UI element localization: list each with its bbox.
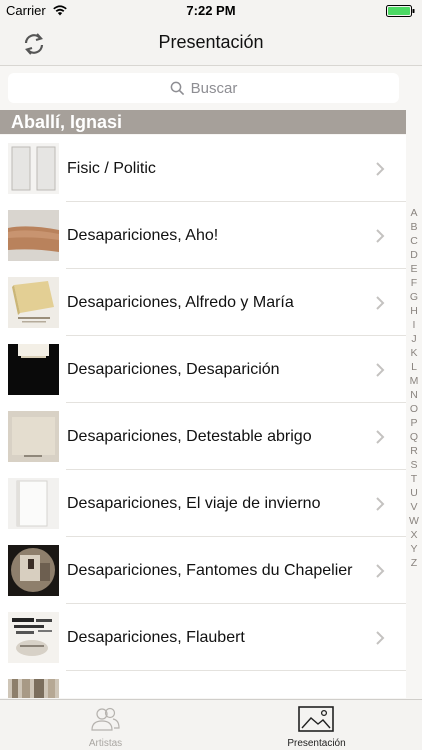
index-letter[interactable]: V bbox=[410, 500, 417, 514]
index-letter[interactable]: D bbox=[410, 248, 418, 262]
section-header: Aballí, Ignasi bbox=[0, 110, 406, 134]
chevron-right-icon bbox=[376, 363, 385, 377]
search-icon bbox=[170, 81, 184, 95]
thumbnail-image bbox=[8, 344, 59, 395]
index-letter[interactable]: I bbox=[413, 318, 416, 332]
index-letter[interactable]: W bbox=[409, 514, 419, 528]
tab-label: Presentación bbox=[287, 738, 346, 749]
chevron-right-icon bbox=[376, 631, 385, 645]
item-label: Desapariciones, Detestable abrigo bbox=[67, 428, 312, 445]
status-bar: Carrier 7:22 PM bbox=[0, 0, 422, 22]
item-label: Fisic / Politic bbox=[67, 160, 156, 177]
thumbnail-image bbox=[8, 411, 59, 462]
index-letter[interactable]: U bbox=[410, 486, 418, 500]
index-letter[interactable]: Y bbox=[410, 542, 417, 556]
navigation-bar: Presentación bbox=[0, 22, 422, 66]
list-item[interactable]: Desapariciones, Alfredo y María bbox=[0, 269, 406, 336]
list-item[interactable]: Desapariciones, Desaparición bbox=[0, 336, 406, 403]
index-letter[interactable]: Z bbox=[411, 556, 417, 570]
status-time: 7:22 PM bbox=[186, 3, 236, 18]
section-index[interactable]: ABCDEFGHIJKLMNOPQRSTUVWXYZ bbox=[406, 206, 422, 570]
list-item[interactable]: Desapariciones, Aho! bbox=[0, 202, 406, 269]
list-item[interactable]: Desapariciones, El viaje de invierno bbox=[0, 470, 406, 537]
index-letter[interactable]: J bbox=[411, 332, 416, 346]
tab-label: Artistas bbox=[88, 738, 123, 749]
index-letter[interactable]: O bbox=[410, 402, 418, 416]
item-label: Desapariciones, Flaubert bbox=[67, 629, 245, 646]
chevron-right-icon bbox=[376, 296, 385, 310]
list-item[interactable]: Fisic / Politic bbox=[0, 135, 406, 202]
index-letter[interactable]: B bbox=[410, 220, 417, 234]
thumbnail-image bbox=[8, 545, 59, 596]
search-bar: Buscar bbox=[0, 67, 422, 109]
artwork-list: Fisic / Politic Desapariciones, Aho! Des… bbox=[0, 135, 406, 698]
index-letter[interactable]: Q bbox=[410, 430, 418, 444]
index-letter[interactable]: H bbox=[410, 304, 418, 318]
list-item[interactable] bbox=[0, 671, 406, 698]
thumbnail-image bbox=[8, 210, 59, 261]
people-icon bbox=[91, 707, 120, 731]
chevron-right-icon bbox=[376, 229, 385, 243]
list-item[interactable]: Desapariciones, Fantomes du Chapelier bbox=[0, 537, 406, 604]
chevron-right-icon bbox=[376, 564, 385, 578]
chevron-right-icon bbox=[376, 430, 385, 444]
tab-presentacion[interactable]: Presentación bbox=[211, 700, 422, 750]
index-letter[interactable]: N bbox=[410, 388, 418, 402]
search-input[interactable]: Buscar bbox=[8, 73, 399, 103]
battery-icon bbox=[386, 5, 415, 17]
index-letter[interactable]: R bbox=[410, 444, 418, 458]
index-letter[interactable]: F bbox=[411, 276, 417, 290]
item-label: Desapariciones, Alfredo y María bbox=[67, 294, 294, 311]
item-label: Desapariciones, Desaparición bbox=[67, 361, 280, 378]
tab-artistas[interactable]: Artistas bbox=[0, 700, 211, 750]
item-label: Desapariciones, El viaje de invierno bbox=[67, 495, 321, 512]
thumbnail-image bbox=[8, 143, 59, 194]
index-letter[interactable]: P bbox=[410, 416, 417, 430]
index-letter[interactable]: A bbox=[410, 206, 417, 220]
thumbnail-image bbox=[8, 277, 59, 328]
index-letter[interactable]: L bbox=[411, 360, 417, 374]
search-placeholder: Buscar bbox=[190, 79, 238, 97]
item-label: Desapariciones, Fantomes du Chapelier bbox=[67, 562, 353, 579]
item-label: Desapariciones, Aho! bbox=[67, 227, 219, 244]
index-letter[interactable]: C bbox=[410, 234, 418, 248]
index-letter[interactable]: E bbox=[410, 262, 417, 276]
list-item[interactable]: Desapariciones, Flaubert bbox=[0, 604, 406, 671]
page-title: Presentación bbox=[158, 32, 264, 52]
thumbnail-image bbox=[8, 478, 59, 529]
index-letter[interactable]: S bbox=[410, 458, 417, 472]
list-item[interactable]: Desapariciones, Detestable abrigo bbox=[0, 403, 406, 470]
index-letter[interactable]: T bbox=[411, 472, 417, 486]
chevron-right-icon bbox=[376, 497, 385, 511]
chevron-right-icon bbox=[376, 162, 385, 176]
thumbnail-image bbox=[8, 612, 59, 663]
index-letter[interactable]: G bbox=[410, 290, 418, 304]
tab-bar: Artistas Presentación bbox=[0, 699, 422, 750]
image-icon bbox=[298, 706, 334, 732]
index-letter[interactable]: M bbox=[410, 374, 419, 388]
index-letter[interactable]: K bbox=[410, 346, 417, 360]
thumbnail-image bbox=[8, 679, 59, 698]
index-letter[interactable]: X bbox=[410, 528, 417, 542]
